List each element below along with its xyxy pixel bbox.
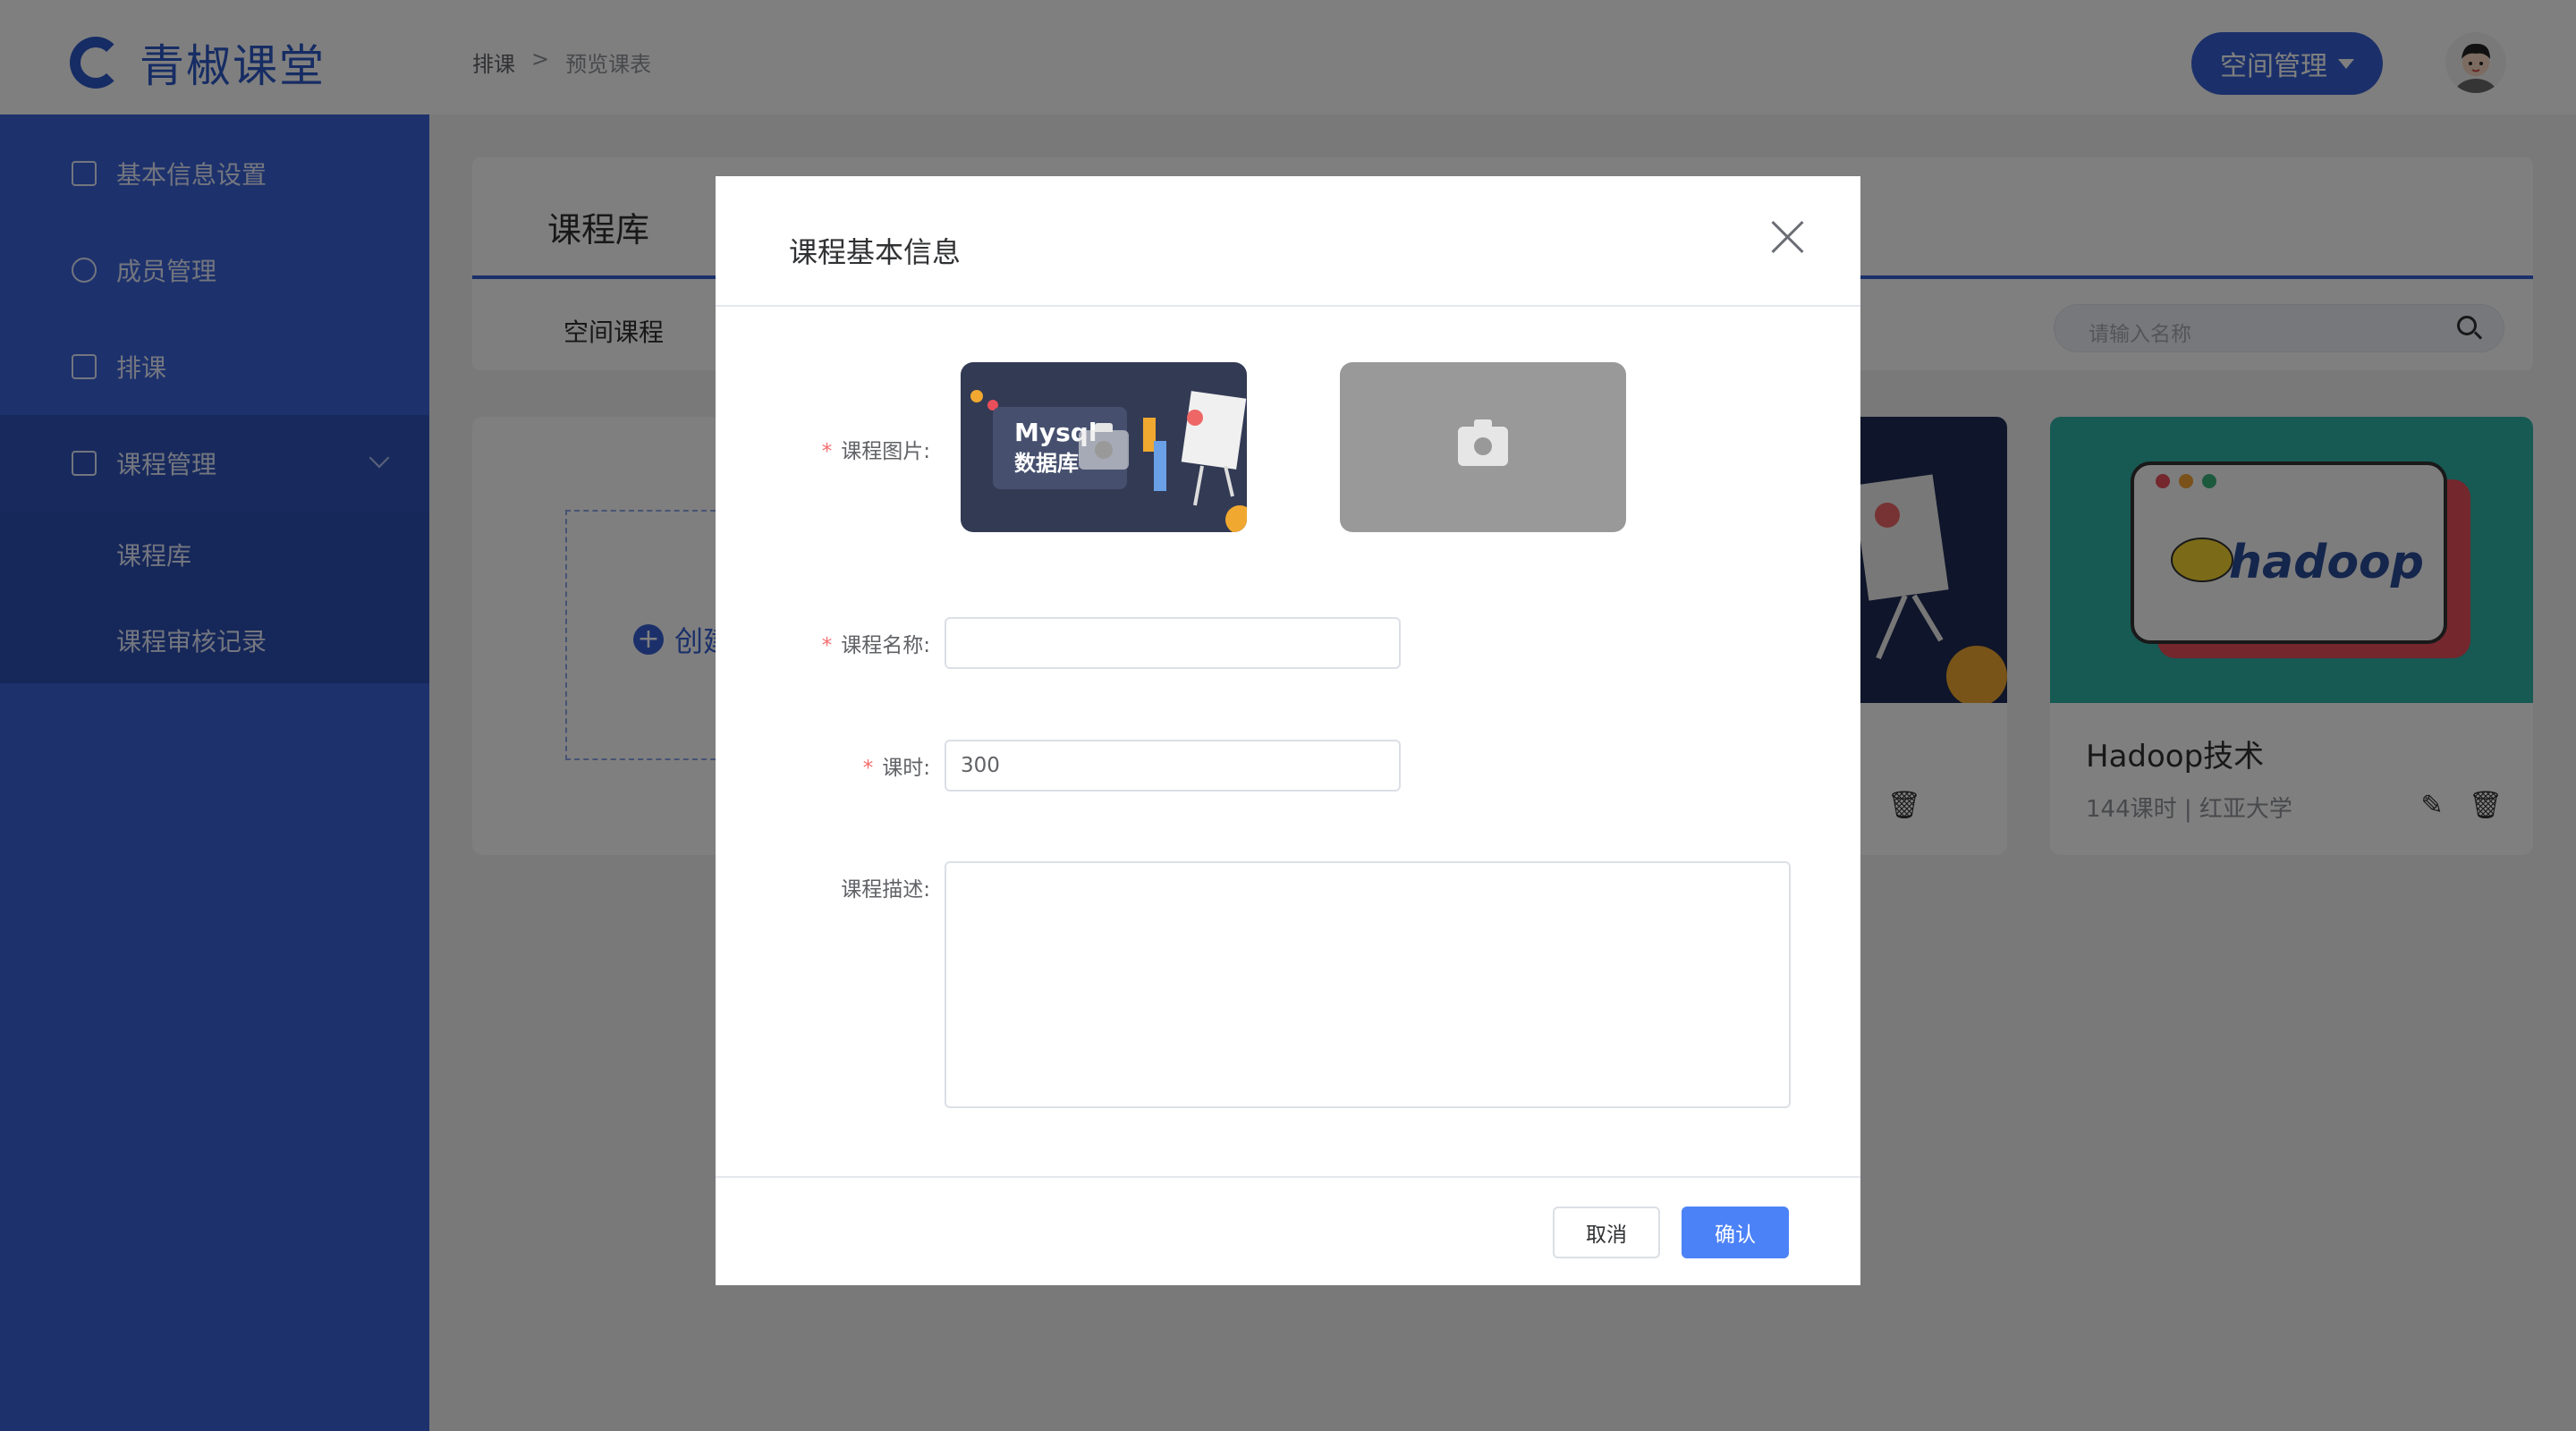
image-upload-button[interactable] — [1340, 362, 1626, 532]
camera-overlay-icon — [1079, 423, 1129, 470]
course-name-input[interactable] — [945, 617, 1401, 669]
dialog-title: 课程基本信息 — [789, 235, 962, 269]
course-description-textarea[interactable] — [945, 861, 1791, 1108]
close-icon[interactable] — [1769, 219, 1805, 255]
dialog-header-divider — [716, 305, 1860, 307]
dialog-footer-divider — [716, 1176, 1860, 1178]
course-hours-input[interactable] — [945, 740, 1401, 792]
cancel-button[interactable]: 取消 — [1553, 1207, 1660, 1258]
confirm-button[interactable]: 确认 — [1682, 1207, 1789, 1258]
course-image-thumbnail[interactable]: Mysql 数据库 — [961, 362, 1247, 532]
camera-icon — [1458, 419, 1508, 466]
course-description-label: 课程描述: — [841, 878, 930, 902]
course-hours-label: * 课时: — [862, 757, 930, 780]
course-info-dialog: 课程基本信息 *课程图片: Mysql 数据库 *课程名称: *课时: 课程描述… — [716, 176, 1860, 1285]
course-name-label: * 课程名称: — [821, 634, 930, 657]
course-image-label: * 课程图片: — [821, 440, 930, 463]
